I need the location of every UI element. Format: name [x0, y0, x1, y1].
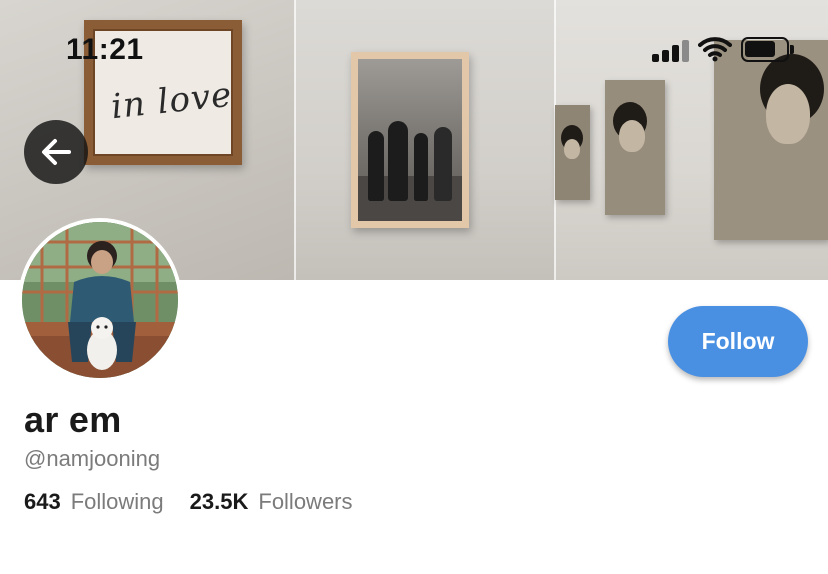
follow-stats: 643 Following 23.5K Followers: [24, 489, 353, 515]
display-name: ar em: [24, 399, 122, 440]
arrow-left-icon: [42, 139, 71, 165]
mirror-person-silhouette: [414, 133, 428, 201]
painting-figure: [766, 84, 810, 144]
wifi-icon: [698, 37, 732, 62]
frame-script-text: in love: [109, 74, 235, 128]
username-handle: @namjooning: [24, 446, 161, 471]
mirror-person-silhouette: [368, 131, 384, 201]
followers-label: Followers: [258, 489, 353, 514]
battery-level: [745, 41, 775, 57]
status-time: 11:21: [66, 33, 144, 66]
mirror-person-silhouette: [434, 127, 452, 201]
painting-figure: [564, 139, 580, 159]
followers-stat[interactable]: 23.5K Followers: [190, 489, 353, 515]
banner-painting: [605, 80, 665, 215]
following-label: Following: [70, 489, 164, 514]
avatar[interactable]: [18, 218, 182, 382]
cellular-signal-icon: [652, 38, 690, 62]
banner-divider: [294, 0, 296, 280]
following-count: 643: [24, 489, 61, 514]
avatar-photo: [22, 222, 178, 378]
banner-painting: [555, 105, 590, 200]
follow-button[interactable]: Follow: [668, 306, 808, 377]
battery-icon: [741, 37, 789, 62]
following-stat[interactable]: 643 Following: [24, 489, 164, 515]
banner-painting: [714, 40, 828, 240]
banner-mirror-frame: [351, 52, 469, 228]
back-button[interactable]: [24, 120, 88, 184]
mirror-person-silhouette: [388, 121, 408, 201]
followers-count: 23.5K: [189, 489, 249, 514]
battery-cap: [790, 45, 794, 54]
painting-figure: [619, 120, 645, 152]
